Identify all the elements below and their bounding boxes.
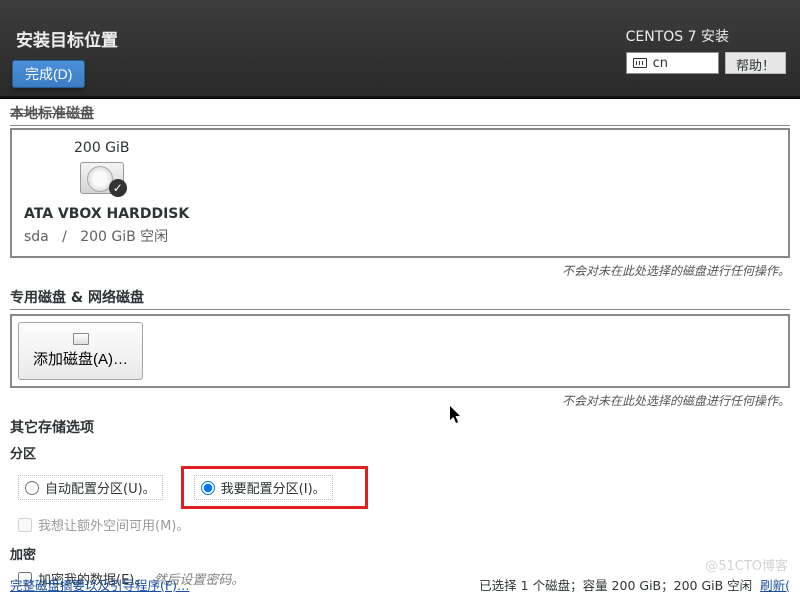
local-disks-note: 不会对未在此处选择的磁盘进行任何操作。 <box>10 262 790 279</box>
radio-manual-partition[interactable]: 我要配置分区(I)。 <box>194 475 333 500</box>
footer-bar: 完整磁盘摘要以及引导程序(F)… 已选择 1 个磁盘；容量 200 GiB；20… <box>0 575 800 594</box>
disk-subinfo: sda / 200 GiB 空闲 <box>24 226 776 246</box>
storage-options-heading: 其它存储选项 <box>10 417 790 439</box>
header-bar: 安装目标位置 CENTOS 7 安装 cn 帮助！ 完成(D) <box>0 0 800 96</box>
help-button[interactable]: 帮助！ <box>725 52 786 74</box>
network-disks-frame: 添加磁盘(A)… <box>10 314 790 388</box>
radio-manual-input[interactable] <box>201 481 215 495</box>
keyboard-layout-label: cn <box>653 56 668 71</box>
footer-status: 已选择 1 个磁盘；容量 200 GiB；200 GiB 空闲 刷新( <box>479 575 790 594</box>
keyboard-layout-indicator[interactable]: cn <box>626 52 719 74</box>
page-title: 安装目标位置 <box>16 26 118 51</box>
network-disks-heading: 专用磁盘 & 网络磁盘 <box>10 287 790 310</box>
disk-item[interactable]: 200 GiB ✓ <box>74 140 130 200</box>
check-icon: ✓ <box>109 179 127 197</box>
installer-name: CENTOS 7 安装 <box>626 26 786 46</box>
add-disk-label: 添加磁盘(A)… <box>33 348 128 369</box>
radio-auto-partition[interactable]: 自动配置分区(U)。 <box>18 475 163 500</box>
partition-heading: 分区 <box>10 443 790 462</box>
add-disk-button[interactable]: 添加磁盘(A)… <box>18 322 143 380</box>
done-button[interactable]: 完成(D) <box>12 60 85 88</box>
radio-auto-input[interactable] <box>25 481 39 495</box>
extra-space-checkbox: 我想让额外空间可用(M)。 <box>18 515 790 534</box>
harddisk-icon: ✓ <box>80 162 124 194</box>
disk-small-icon <box>73 333 89 345</box>
local-disks-heading: 本地标准磁盘 <box>10 103 790 126</box>
manual-partition-highlight: 我要配置分区(I)。 <box>181 466 368 509</box>
disk-size: 200 GiB <box>74 140 130 156</box>
disk-name: ATA VBOX HARDDISK <box>24 206 776 222</box>
network-disks-note: 不会对未在此处选择的磁盘进行任何操作。 <box>10 392 790 409</box>
extra-space-input <box>18 518 32 532</box>
keyboard-icon <box>633 58 647 68</box>
local-disks-frame: 200 GiB ✓ ATA VBOX HARDDISK sda / 200 Gi… <box>10 128 790 258</box>
refresh-link[interactable]: 刷新( <box>760 578 790 593</box>
disk-summary-link[interactable]: 完整磁盘摘要以及引导程序(F)… <box>10 575 189 594</box>
encryption-heading: 加密 <box>10 544 790 563</box>
